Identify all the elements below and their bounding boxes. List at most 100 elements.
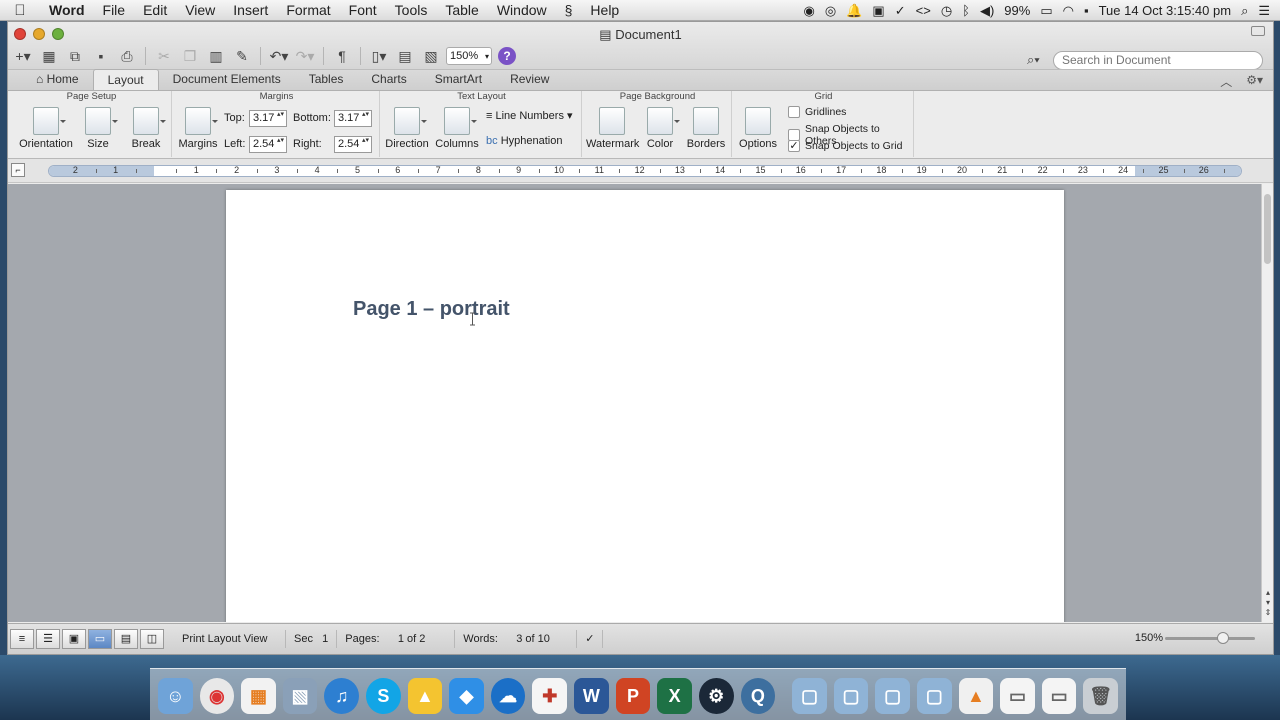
grid-options-button[interactable]: Options [736, 107, 780, 150]
document-heading[interactable]: Page 1 – portrait [353, 298, 510, 321]
finder-icon[interactable]: ☺ [158, 678, 193, 714]
spotlight-icon[interactable]: ⌕ [1241, 0, 1248, 21]
clock-text[interactable]: Tue 14 Oct 3:15:40 pm [1099, 0, 1231, 21]
menu-tools[interactable]: Tools [386, 0, 437, 21]
print-icon[interactable]: ⎙ [116, 46, 138, 66]
menu-font[interactable]: Font [340, 0, 386, 21]
ribbon-settings-icon[interactable]: ⚙▾ [1246, 73, 1263, 90]
cut-icon[interactable]: ✂ [153, 46, 175, 66]
trash-icon[interactable]: 🗑 [1083, 678, 1119, 714]
skype-icon[interactable]: S [366, 678, 401, 714]
battery-icon[interactable]: ▭ [1040, 0, 1052, 21]
menu-file[interactable]: File [94, 0, 135, 21]
record-icon[interactable]: ◉ [804, 0, 815, 21]
paste-icon[interactable]: ▥ [205, 46, 227, 66]
vertical-scrollbar[interactable]: ▴ ▾ ⇕ [1261, 184, 1273, 622]
collapse-ribbon-icon[interactable]: ︿ [1220, 73, 1232, 90]
publishing-view-icon[interactable]: ▣ [62, 629, 86, 649]
tab-home[interactable]: ⌂ Home [22, 69, 93, 90]
tab-layout[interactable]: Layout [92, 69, 159, 90]
outline-view-icon[interactable]: ☰ [36, 629, 60, 649]
applications-folder-icon[interactable]: ▢ [792, 678, 827, 714]
menu-edit[interactable]: Edit [134, 0, 176, 21]
battery-percent[interactable]: 99% [1004, 0, 1030, 21]
tab-stop-selector[interactable]: ⌐ [11, 163, 25, 177]
google-drive-icon[interactable]: ▲ [407, 678, 443, 714]
borders-button[interactable]: Borders [684, 107, 728, 150]
scroll-arrows-icon[interactable]: ▴ ▾ ⇕ [1262, 588, 1273, 618]
zoom-select[interactable]: 150% ▾ [446, 47, 492, 65]
size-button[interactable]: Size [78, 107, 118, 150]
steam-icon[interactable]: ⚙ [698, 678, 734, 714]
tab-document-elements[interactable]: Document Elements [159, 69, 295, 90]
menu-view[interactable]: View [176, 0, 224, 21]
powerpoint-dock-icon[interactable]: P [615, 678, 651, 714]
zoom-slider-knob[interactable] [1217, 632, 1229, 644]
draft-view-icon[interactable]: ≡ [10, 629, 34, 649]
new-document-icon[interactable]: +▾ [12, 46, 34, 66]
menu-insert[interactable]: Insert [224, 0, 277, 21]
watermark-button[interactable]: Watermark [586, 107, 639, 150]
redo-icon[interactable]: ↷▾ [294, 46, 316, 66]
search-icon[interactable]: ⌕▾ [1027, 52, 1053, 68]
quicktime-icon[interactable]: Q [740, 678, 776, 714]
toolbox-icon[interactable]: ▧ [420, 46, 442, 66]
bell-icon[interactable]: 🔔 [846, 0, 862, 21]
stack-icon[interactable]: ▭ [1041, 678, 1077, 714]
tab-tables[interactable]: Tables [295, 69, 358, 90]
direction-button[interactable]: Direction [384, 107, 430, 150]
gridlines-checkbox[interactable]: Gridlines [788, 106, 846, 118]
snap-grid-checkbox[interactable]: ✓ Snap Objects to Grid [788, 140, 902, 152]
time-machine-icon[interactable]: ◷ [941, 0, 952, 21]
document-page[interactable]: Page 1 – portrait [226, 190, 1064, 622]
display-icon[interactable]: ▣ [872, 0, 884, 21]
search-input[interactable] [1053, 50, 1263, 70]
stack-icon[interactable]: ▭ [1000, 678, 1035, 714]
toolbar-toggle-button[interactable] [1251, 26, 1265, 36]
horizontal-ruler[interactable]: 2 1 1 2 3 4 5 6 7 8 9 10 11 12 13 14 15 16 17 18 19 20 21 22 23 2… [48, 165, 1242, 177]
focus-view-icon[interactable]: ◫ [140, 629, 164, 649]
bluetooth-icon[interactable]: ᛒ [962, 0, 970, 21]
page-color-button[interactable]: Color [640, 107, 680, 150]
line-numbers-button[interactable]: ≡ Line Numbers ▾ [486, 109, 582, 122]
help-icon[interactable]: ? [498, 47, 516, 65]
script-menu-icon[interactable]: § [556, 0, 582, 21]
orientation-button[interactable]: Orientation [16, 107, 76, 150]
checkmark-icon[interactable]: ✓ [788, 140, 800, 152]
excel-dock-icon[interactable]: X [657, 678, 692, 714]
menu-app-name[interactable]: Word [40, 0, 94, 21]
tab-charts[interactable]: Charts [357, 69, 420, 90]
break-button[interactable]: Break [124, 107, 168, 150]
volume-icon[interactable]: ◀) [980, 0, 994, 21]
notification-center-icon[interactable]: ☰ [1258, 0, 1270, 21]
open-icon[interactable]: ⧉ [64, 46, 86, 66]
word-dock-icon[interactable]: W [574, 678, 609, 714]
vlc-file-icon[interactable]: ▲ [958, 678, 994, 714]
left-margin-stepper[interactable]: 2.54 [249, 136, 287, 153]
bottom-margin-stepper[interactable]: 3.17 [334, 110, 372, 127]
documents-folder-icon[interactable]: ▢ [833, 678, 869, 714]
margins-button[interactable]: Margins [176, 107, 220, 150]
right-margin-stepper[interactable]: 2.54 [334, 136, 372, 153]
dropbox-icon[interactable]: ◆ [449, 678, 484, 714]
onedrive-icon[interactable]: ☁ [490, 678, 526, 714]
spelling-check-icon[interactable]: ✓ [577, 630, 604, 648]
tab-smartart[interactable]: SmartArt [421, 69, 496, 90]
check-status-icon[interactable]: ✓ [895, 0, 906, 21]
clock-status-icon[interactable]: ◎ [825, 0, 836, 21]
words-indicator[interactable]: Words: 3 of 10 [455, 630, 578, 648]
chrome-icon[interactable]: ◉ [199, 678, 235, 714]
notebook-view-icon[interactable]: ▤ [114, 629, 138, 649]
calendar-app-icon[interactable]: ✚ [532, 678, 568, 714]
save-icon[interactable]: ▪ [90, 46, 112, 66]
preview-icon[interactable]: ▧ [282, 678, 318, 714]
top-margin-stepper[interactable]: 3.17 [249, 110, 287, 127]
checkbox[interactable] [788, 106, 800, 118]
code-icon[interactable]: <> [916, 0, 931, 21]
launchpad-icon[interactable]: ▦ [241, 678, 276, 714]
menu-format[interactable]: Format [277, 0, 339, 21]
copy-icon[interactable]: ❐ [179, 46, 201, 66]
shared-folder-icon[interactable]: ▢ [916, 678, 952, 714]
columns-button[interactable]: Columns [434, 107, 480, 150]
downloads-folder-icon[interactable]: ▢ [875, 678, 910, 714]
